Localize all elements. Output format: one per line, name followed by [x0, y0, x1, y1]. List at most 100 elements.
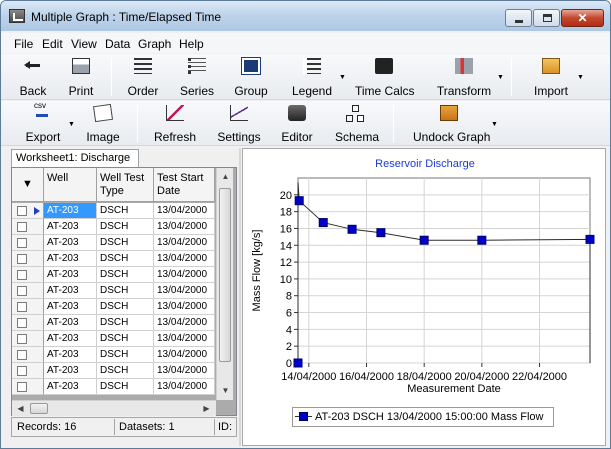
cell-well-test-type[interactable]: DSCH	[97, 331, 154, 347]
menu-file[interactable]: File	[14, 37, 33, 51]
cell-well-test-type[interactable]: DSCH	[97, 379, 154, 395]
cell-well-test-type[interactable]: DSCH	[97, 315, 154, 331]
panel-splitter[interactable]	[239, 148, 241, 446]
cell-test-start-date[interactable]: 13/04/2000	[154, 379, 215, 395]
row-header[interactable]	[12, 219, 44, 235]
row-header[interactable]	[12, 299, 44, 315]
vertical-scrollbar[interactable]: ▲ ▼	[216, 168, 233, 400]
import-dropdown-icon[interactable]: ▼	[577, 74, 584, 81]
menu-data[interactable]: Data	[105, 37, 130, 51]
row-checkbox[interactable]	[17, 222, 27, 232]
table-row[interactable]: AT-203 DSCH 13/04/2000	[12, 203, 215, 219]
row-header[interactable]	[12, 235, 44, 251]
scroll-right-icon[interactable]: ▶	[198, 400, 215, 417]
cell-well[interactable]: AT-203	[44, 331, 97, 347]
time-calcs-button[interactable]: Time Calcs	[355, 58, 415, 98]
column-header-test-start-date[interactable]: Test Start Date	[154, 168, 215, 202]
menu-graph[interactable]: Graph	[138, 37, 171, 51]
export-button[interactable]: Export	[23, 101, 63, 144]
cell-test-start-date[interactable]: 13/04/2000	[154, 267, 215, 283]
undock-graph-button[interactable]: Undock Graph	[413, 105, 490, 144]
cell-test-start-date[interactable]: 13/04/2000	[154, 299, 215, 315]
horizontal-scroll-thumb[interactable]	[30, 403, 48, 414]
row-checkbox[interactable]	[17, 382, 27, 392]
cell-test-start-date[interactable]: 13/04/2000	[154, 347, 215, 363]
cell-well-test-type[interactable]: DSCH	[97, 219, 154, 235]
column-header-well-test-type[interactable]: Well Test Type	[97, 168, 154, 202]
horizontal-scrollbar[interactable]: ◀ ▶	[12, 400, 216, 416]
row-checkbox[interactable]	[17, 350, 27, 360]
scroll-left-icon[interactable]: ◀	[12, 400, 29, 417]
cell-well[interactable]: AT-203	[44, 235, 97, 251]
export-dropdown-icon[interactable]: ▼	[68, 121, 75, 128]
cell-well[interactable]: AT-203	[44, 299, 97, 315]
cell-well[interactable]: AT-203	[44, 347, 97, 363]
cell-well-test-type[interactable]: DSCH	[97, 347, 154, 363]
cell-well[interactable]: AT-203	[44, 267, 97, 283]
row-checkbox[interactable]	[17, 334, 27, 344]
import-button[interactable]: Import	[531, 58, 571, 98]
row-checkbox[interactable]	[17, 302, 27, 312]
table-row[interactable]: AT-203 DSCH 13/04/2000	[12, 267, 215, 283]
table-row[interactable]: AT-203 DSCH 13/04/2000	[12, 379, 215, 395]
row-checkbox[interactable]	[17, 270, 27, 280]
cell-test-start-date[interactable]: 13/04/2000	[154, 283, 215, 299]
cell-well[interactable]: AT-203	[44, 203, 97, 219]
tab-worksheet1[interactable]: Worksheet1: Discharge	[11, 149, 139, 167]
menu-edit[interactable]: Edit	[42, 37, 63, 51]
print-button[interactable]: Print	[65, 58, 97, 98]
legend-button[interactable]: Legend	[291, 58, 333, 98]
schema-button[interactable]: Schema	[335, 105, 379, 144]
row-checkbox[interactable]	[17, 206, 27, 216]
undock-dropdown-icon[interactable]: ▼	[491, 121, 498, 128]
cell-well[interactable]: AT-203	[44, 315, 97, 331]
table-row[interactable]: AT-203 DSCH 13/04/2000	[12, 283, 215, 299]
row-checkbox[interactable]	[17, 238, 27, 248]
row-checkbox[interactable]	[17, 254, 27, 264]
row-header[interactable]	[12, 379, 44, 395]
row-checkbox[interactable]	[17, 286, 27, 296]
image-button[interactable]: Image	[85, 103, 121, 144]
row-header[interactable]	[12, 363, 44, 379]
cell-well-test-type[interactable]: DSCH	[97, 203, 154, 219]
transform-button[interactable]: Transform	[435, 58, 493, 98]
cell-test-start-date[interactable]: 13/04/2000	[154, 363, 215, 379]
table-row[interactable]: AT-203 DSCH 13/04/2000	[12, 219, 215, 235]
cell-test-start-date[interactable]: 13/04/2000	[154, 203, 215, 219]
cell-test-start-date[interactable]: 13/04/2000	[154, 251, 215, 267]
row-header[interactable]	[12, 251, 44, 267]
cell-well-test-type[interactable]: DSCH	[97, 235, 154, 251]
cell-well-test-type[interactable]: DSCH	[97, 363, 154, 379]
table-row[interactable]: AT-203 DSCH 13/04/2000	[12, 251, 215, 267]
row-checkbox[interactable]	[17, 366, 27, 376]
cell-test-start-date[interactable]: 13/04/2000	[154, 315, 215, 331]
minimize-button[interactable]	[505, 9, 532, 27]
table-row[interactable]: AT-203 DSCH 13/04/2000	[12, 347, 215, 363]
row-checkbox[interactable]	[17, 318, 27, 328]
cell-well-test-type[interactable]: DSCH	[97, 267, 154, 283]
table-row[interactable]: AT-203 DSCH 13/04/2000	[12, 315, 215, 331]
row-header[interactable]	[12, 283, 44, 299]
cell-well-test-type[interactable]: DSCH	[97, 251, 154, 267]
order-button[interactable]: Order	[123, 58, 163, 98]
table-row[interactable]: AT-203 DSCH 13/04/2000	[12, 235, 215, 251]
cell-test-start-date[interactable]: 13/04/2000	[154, 235, 215, 251]
row-header[interactable]	[12, 315, 44, 331]
menu-help[interactable]: Help	[179, 37, 204, 51]
close-button[interactable]: ✕	[561, 9, 604, 27]
cell-well[interactable]: AT-203	[44, 283, 97, 299]
table-row[interactable]: AT-203 DSCH 13/04/2000	[12, 363, 215, 379]
cell-well-test-type[interactable]: DSCH	[97, 283, 154, 299]
table-row[interactable]: AT-203 DSCH 13/04/2000	[12, 299, 215, 315]
group-button[interactable]: Group	[231, 57, 271, 98]
scroll-down-icon[interactable]: ▼	[217, 382, 234, 399]
row-header[interactable]	[12, 347, 44, 363]
cell-test-start-date[interactable]: 13/04/2000	[154, 219, 215, 235]
title-bar[interactable]: Multiple Graph : Time/Elapsed Time ✕	[1, 1, 610, 31]
maximize-button[interactable]	[533, 9, 560, 27]
cell-test-start-date[interactable]: 13/04/2000	[154, 331, 215, 347]
cell-well[interactable]: AT-203	[44, 379, 97, 395]
cell-well[interactable]: AT-203	[44, 219, 97, 235]
transform-dropdown-icon[interactable]: ▼	[497, 74, 504, 81]
scroll-up-icon[interactable]: ▲	[217, 168, 234, 185]
